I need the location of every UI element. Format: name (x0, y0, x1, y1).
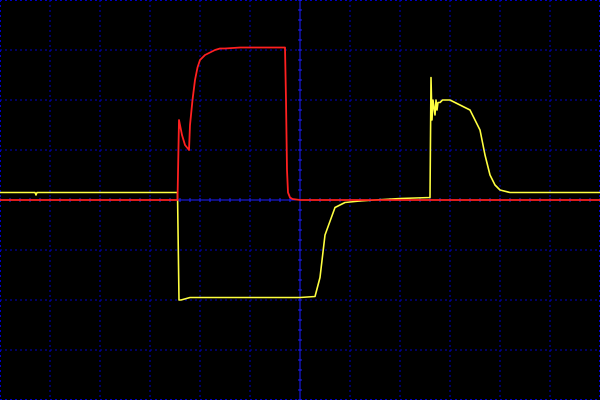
oscilloscope-plot (0, 0, 600, 400)
